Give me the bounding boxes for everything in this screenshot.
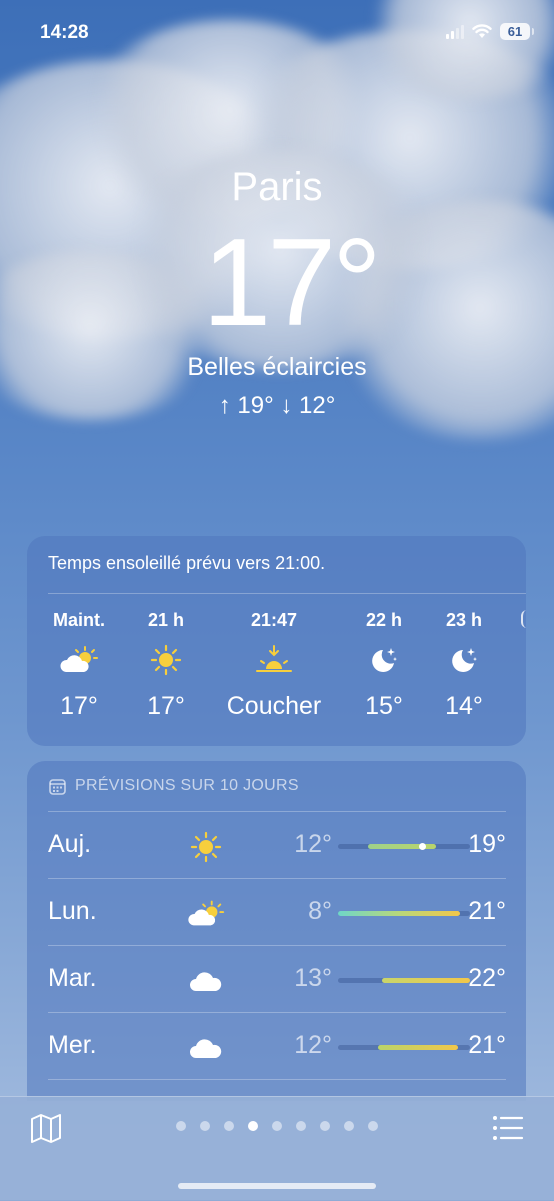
page-dot-active[interactable] (248, 1121, 258, 1131)
city-name: Paris (231, 165, 323, 209)
wifi-icon (472, 24, 492, 38)
cloud-icon (190, 972, 222, 991)
forecast-row[interactable]: Auj. 12° 19° (48, 811, 506, 879)
battery-icon: 61 (500, 23, 534, 40)
divider (48, 593, 526, 594)
forecast-high: 22° (468, 964, 506, 992)
page-dot[interactable] (224, 1121, 234, 1131)
hour-temp: 15° (365, 692, 403, 720)
ten-day-title: PRÉVISIONS SUR 10 JOURS (75, 777, 299, 794)
page-dot[interactable] (320, 1121, 330, 1131)
hourly-item: 21:47 Coucher (219, 610, 329, 721)
ten-day-header: PRÉVISIONS SUR 10 JOURS (49, 777, 299, 795)
hour-label: 21 h (147, 610, 185, 630)
hour-temp: Coucher (226, 692, 322, 720)
temperature-range-bar (338, 911, 470, 916)
forecast-low: 12° (294, 1031, 332, 1059)
page-dot[interactable] (296, 1121, 306, 1131)
home-indicator (178, 1183, 376, 1189)
hour-label: 21:47 (250, 610, 298, 630)
hour-label: 22 h (365, 610, 403, 630)
forecast-row[interactable]: Mer. 12° 21° (48, 1012, 506, 1080)
forecast-low: 12° (294, 830, 332, 858)
forecast-day: Mer. (48, 1031, 97, 1059)
page-dot[interactable] (200, 1121, 210, 1131)
temperature-range-bar (338, 843, 470, 850)
list-icon[interactable] (492, 1113, 524, 1143)
current-temp-marker (419, 843, 426, 850)
partly-sunny-icon (188, 900, 225, 926)
partly-sunny-icon (60, 646, 98, 672)
cellular-signal-icon (446, 24, 464, 39)
hourly-item: 22 h 15° (338, 610, 430, 721)
moon-stars-icon (452, 648, 477, 672)
hourly-item: Maint. 17° (34, 610, 124, 721)
hour-label: 23 h (445, 610, 483, 630)
forecast-day: Auj. (48, 830, 92, 858)
cloud-icon (190, 1039, 222, 1058)
forecast-high: 21° (468, 897, 506, 925)
forecast-day: Lun. (48, 897, 97, 925)
sun-icon (150, 644, 182, 676)
forecast-row[interactable]: Mar. 13° 22° (48, 945, 506, 1013)
temperature-range-bar (338, 1045, 470, 1050)
calendar-icon (49, 778, 66, 795)
current-condition: Belles éclaircies (187, 353, 367, 381)
sunset-icon (256, 645, 292, 672)
forecast-high: 19° (468, 830, 506, 858)
hourly-item: 21 h 17° (121, 610, 211, 721)
page-dot[interactable] (368, 1121, 378, 1131)
forecast-high: 21° (468, 1031, 506, 1059)
page-dot[interactable] (176, 1121, 186, 1131)
hourly-summary: Temps ensoleillé prévu vers 21:00. (48, 553, 326, 573)
forecast-low: 13° (294, 964, 332, 992)
current-temperature: 17° (202, 214, 382, 352)
ten-day-forecast-card[interactable]: PRÉVISIONS SUR 10 JOURS Auj. 12° 19° Lun… (27, 761, 526, 1101)
high-low-temperatures: ↑ 19° ↓ 12° (218, 392, 336, 419)
hourly-forecast-card[interactable]: Temps ensoleillé prévu vers 21:00. Maint… (27, 536, 526, 746)
page-dot[interactable] (272, 1121, 282, 1131)
hourly-item: 23 h 14° (419, 610, 509, 721)
forecast-day: Mar. (48, 964, 97, 992)
hour-temp: 14° (445, 692, 483, 720)
forecast-low: 8° (308, 897, 332, 925)
page-indicator[interactable] (0, 1121, 554, 1131)
moon-stars-icon (372, 648, 397, 672)
hour-label: Maint. (53, 610, 105, 630)
hour-temp: 17° (147, 692, 185, 720)
forecast-row[interactable]: Lun. 8° 21° (48, 878, 506, 946)
hourly-item-overflow (521, 610, 526, 720)
temperature-range-bar (338, 978, 470, 983)
bottom-toolbar (0, 1096, 554, 1201)
status-bar: 14:28 61 (0, 20, 554, 48)
status-time: 14:28 (40, 22, 89, 43)
page-dot[interactable] (344, 1121, 354, 1131)
sun-icon (190, 831, 222, 863)
hour-temp: 17° (60, 692, 98, 720)
